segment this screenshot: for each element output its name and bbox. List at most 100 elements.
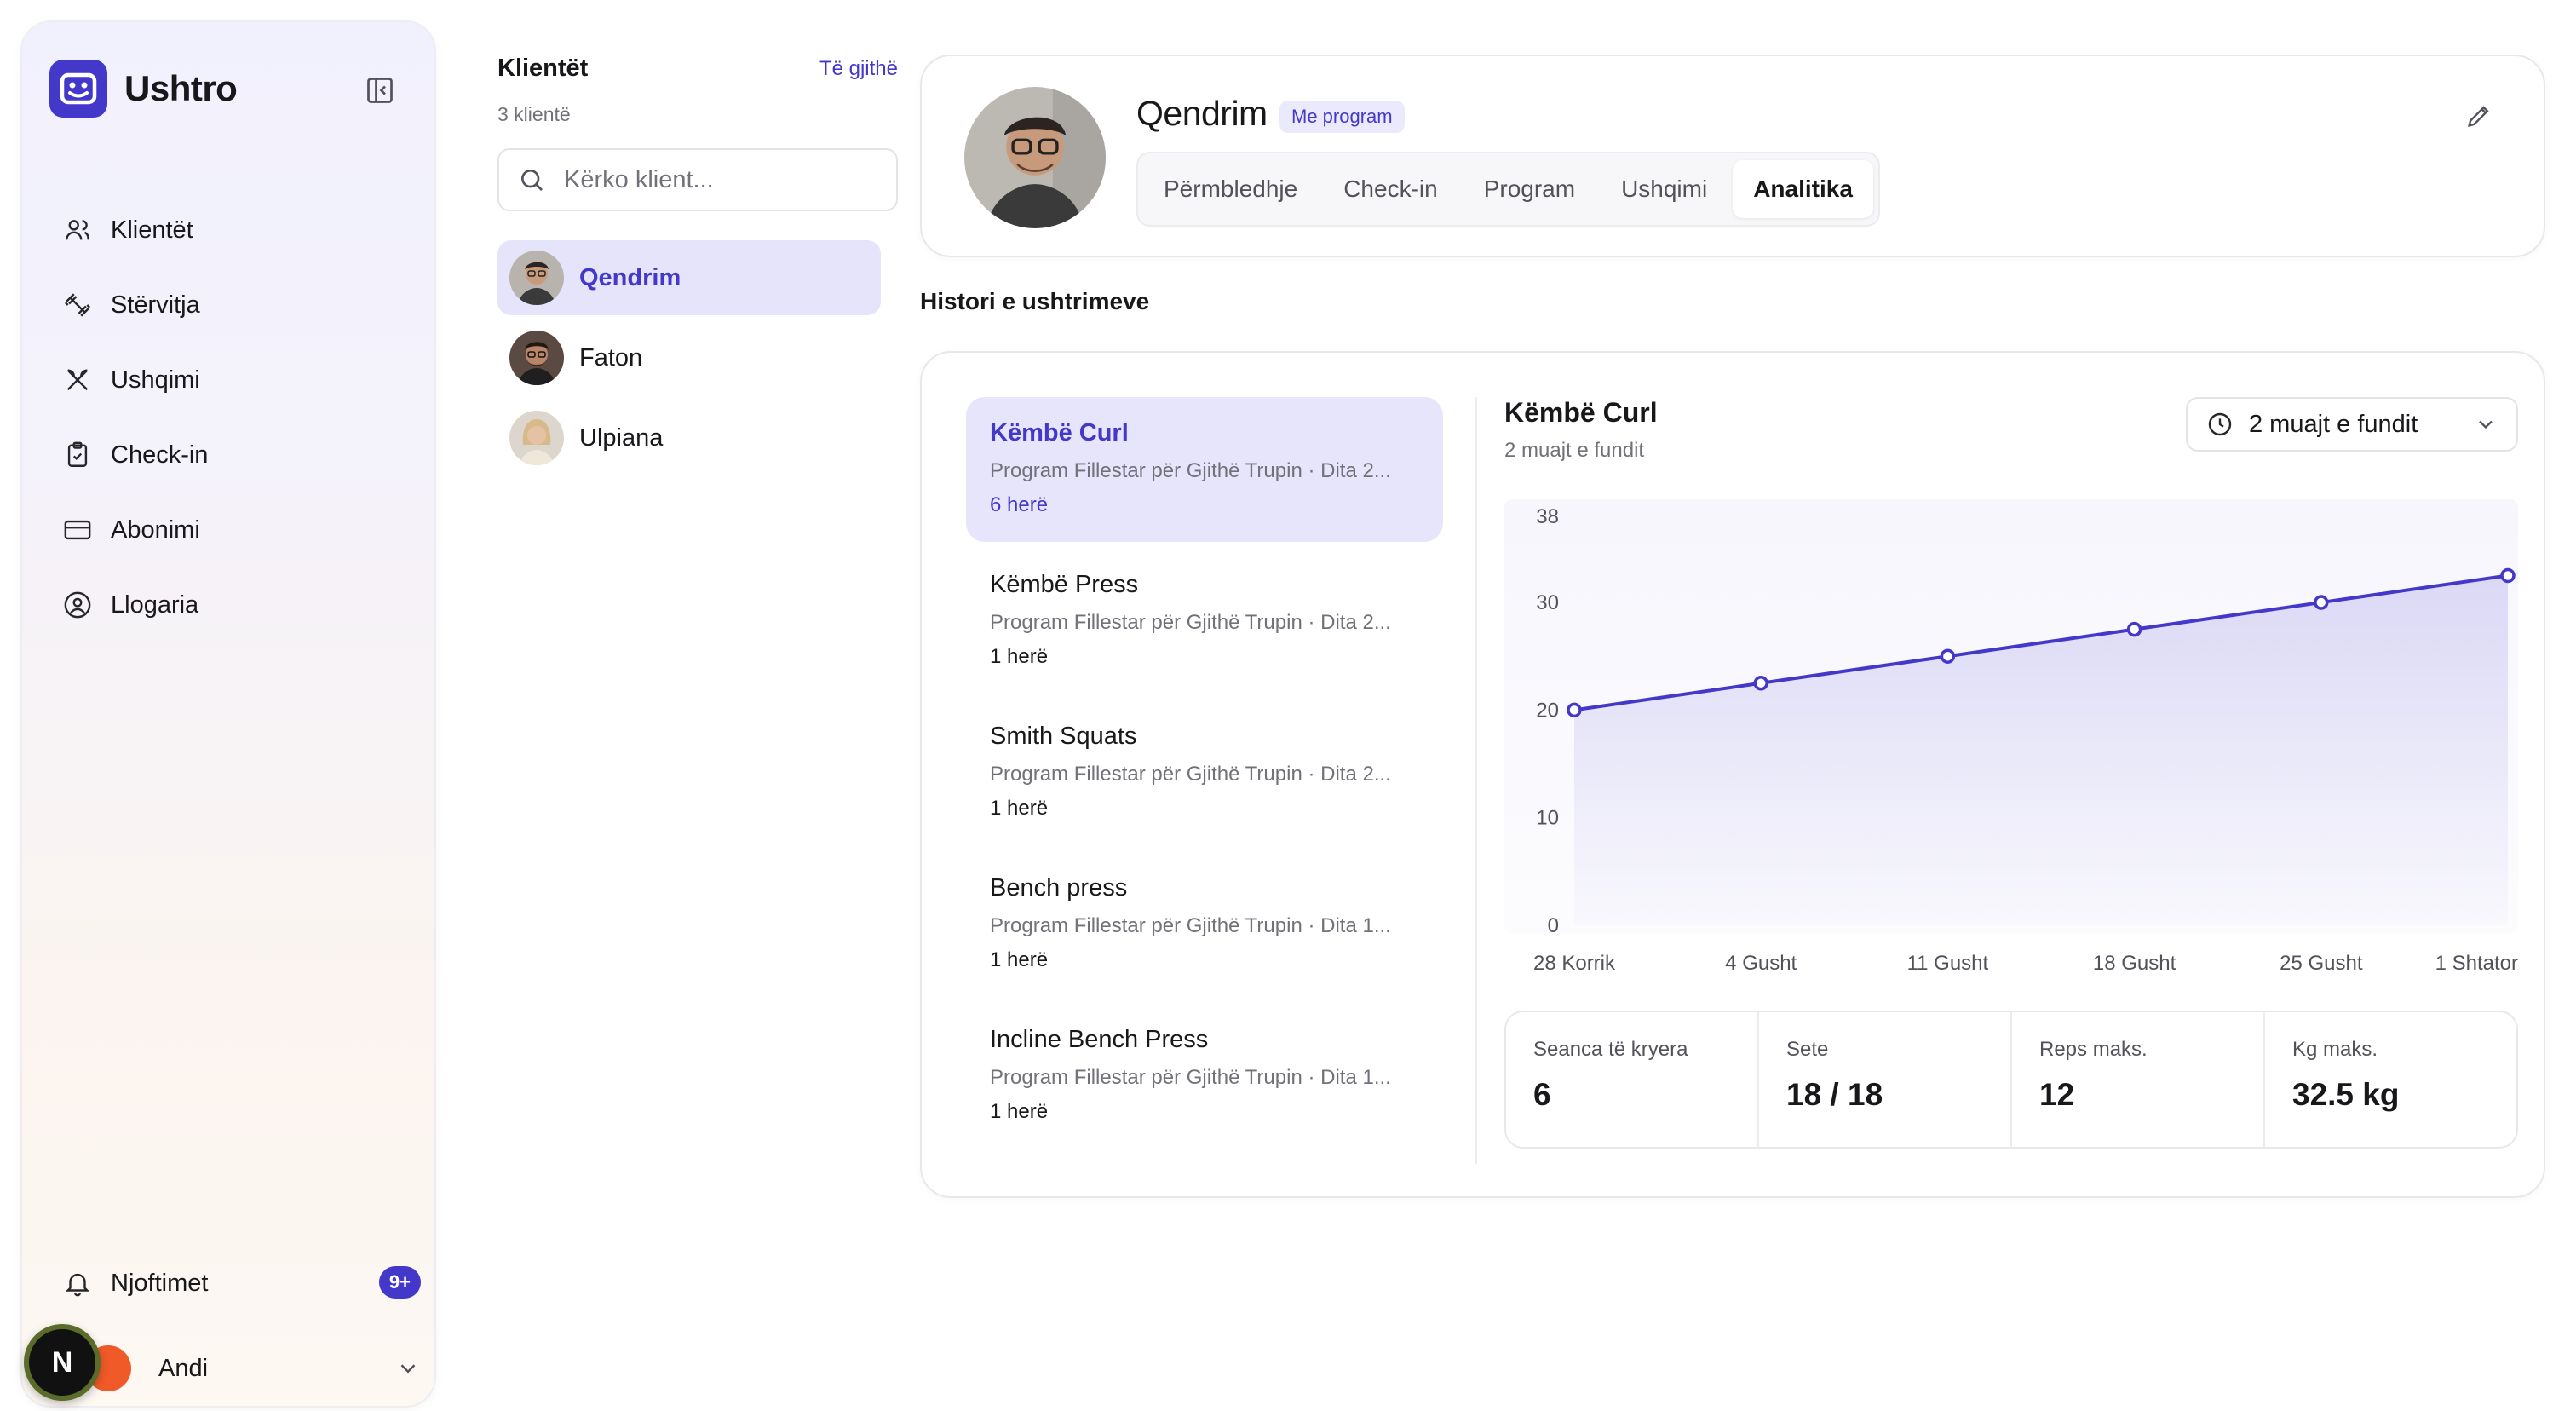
- stat-label: Kg maks.: [2292, 1038, 2378, 1061]
- search-box: [497, 148, 898, 211]
- data-point[interactable]: [1940, 648, 1956, 664]
- client-item-qendrim[interactable]: Qendrim: [497, 240, 881, 315]
- y-tick-label: 38: [1536, 505, 1559, 528]
- sidebar-item-label: Klientët: [111, 216, 193, 244]
- exercise-program: Program Fillestar për Gjithë Trupin · Di…: [990, 914, 1391, 937]
- dumbbell-icon: [64, 293, 91, 317]
- exercise-program: Program Fillestar për Gjithë Trupin · Di…: [990, 459, 1391, 482]
- data-point[interactable]: [2126, 621, 2142, 637]
- user-name: Andi: [158, 1354, 209, 1382]
- clipboard-check-icon: [67, 441, 88, 467]
- stats-row: Seanca të kryera 6 Sete 18 / 18 Reps mak…: [1504, 1011, 2518, 1149]
- progress-chart: 0 10 20 30 38 28 Korrik 4 Gusht 11 Gusht 18 Gus…: [1504, 499, 2518, 975]
- tab-permbledhje[interactable]: Përmbledhje: [1143, 160, 1318, 218]
- divider: [1475, 397, 1477, 1164]
- y-tick-label: 20: [1536, 699, 1559, 722]
- y-tick-label: 10: [1536, 807, 1559, 830]
- users-icon: [66, 220, 89, 240]
- sidebar-item-check-in[interactable]: Check-in: [63, 418, 421, 492]
- client-name: Qendrim: [579, 263, 681, 291]
- app-name: Ushtro: [124, 68, 238, 108]
- tab-ushqimi[interactable]: Ushqimi: [1601, 160, 1728, 218]
- x-tick-label: 4 Gusht: [1725, 952, 1797, 975]
- client-item-ulpiana[interactable]: Ulpiana: [497, 400, 881, 475]
- sidebar-item-ushqimi[interactable]: Ushqimi: [63, 343, 421, 418]
- exercise-program: Program Fillestar për Gjithë Trupin · Di…: [990, 1066, 1391, 1089]
- client-profile-name: Qendrim: [1136, 94, 1268, 133]
- avatar: [509, 251, 564, 305]
- exercise-count: 1 herë: [990, 1100, 1049, 1123]
- range-select-value: 2 muajt e fundit: [2249, 410, 2418, 438]
- data-point[interactable]: [1567, 702, 1582, 718]
- pencil-icon: [2468, 106, 2489, 127]
- y-tick-label: 30: [1536, 591, 1559, 614]
- data-point[interactable]: [1753, 676, 1768, 691]
- notifications-label: Njoftimet: [111, 1269, 209, 1297]
- exercise-count: 6 herë: [990, 493, 1049, 516]
- tab-analitika[interactable]: Analitika: [1733, 160, 1873, 218]
- sidebar-item-label: Stërvitja: [111, 291, 200, 319]
- stat-value: 12: [2039, 1077, 2075, 1112]
- exercise-item[interactable]: Incline Bench Press Program Fillestar pë…: [966, 1004, 1443, 1149]
- x-tick-label: 11 Gusht: [1907, 952, 1989, 975]
- exercise-name: Këmbë Curl: [990, 419, 1129, 446]
- avatar: [509, 331, 564, 385]
- sidebar-item-label: Abonimi: [111, 515, 200, 544]
- sidebar-nav: Klientët Stërvitja Ushqimi Check-in Abon…: [63, 193, 421, 642]
- app-logo-icon: [49, 60, 107, 118]
- stat-label: Sete: [1786, 1038, 1829, 1061]
- tab-check-in[interactable]: Check-in: [1323, 160, 1458, 218]
- clock-icon: [2208, 412, 2232, 436]
- client-list: Qendrim Faton Ulpiana: [497, 240, 898, 475]
- see-all-link[interactable]: Të gjithë: [819, 57, 898, 81]
- sidebar: Ushtro Klientët Stërvitja Ushqimi Check-…: [20, 20, 436, 1408]
- client-item-faton[interactable]: Faton: [497, 320, 881, 395]
- dev-tools-label: N: [51, 1345, 73, 1379]
- y-tick-label: 0: [1548, 914, 1559, 937]
- client-name: Faton: [579, 343, 643, 371]
- search-input[interactable]: [564, 165, 871, 194]
- stat-value: 6: [1533, 1077, 1551, 1112]
- notifications-button[interactable]: Njoftimet 9+: [63, 1249, 421, 1317]
- avatar: [964, 87, 1106, 228]
- sidebar-item-klientet[interactable]: Klientët: [63, 193, 421, 268]
- stat-sets: Sete 18 / 18: [1759, 1012, 2012, 1147]
- credit-card-icon: [64, 520, 91, 540]
- range-select[interactable]: 2 muajt e fundit: [2186, 397, 2518, 452]
- exercise-item[interactable]: Bench press Program Fillestar për Gjithë…: [966, 852, 1443, 997]
- data-point[interactable]: [2314, 595, 2329, 610]
- sidebar-item-llogaria[interactable]: Llogaria: [63, 567, 421, 642]
- sidebar-item-label: Llogaria: [111, 590, 199, 619]
- tab-program[interactable]: Program: [1463, 160, 1596, 218]
- dev-tools-badge[interactable]: N: [24, 1324, 101, 1401]
- data-point[interactable]: [2500, 567, 2516, 584]
- exercise-item[interactable]: Këmbë Press Program Fillestar për Gjithë…: [966, 549, 1443, 694]
- client-name: Ulpiana: [579, 423, 664, 452]
- x-tick-label: 28 Korrik: [1533, 952, 1616, 975]
- sidebar-item-abonimi[interactable]: Abonimi: [63, 492, 421, 567]
- edit-button[interactable]: [2462, 99, 2496, 133]
- sidebar-item-stervitja[interactable]: Stërvitja: [63, 268, 421, 343]
- exercise-name: Këmbë Press: [990, 571, 1139, 598]
- user-menu[interactable]: Andi: [63, 1334, 421, 1402]
- stat-value: 18 / 18: [1786, 1077, 1883, 1112]
- exercise-list: Këmbë Curl Program Fillestar për Gjithë …: [966, 397, 1443, 1155]
- clients-count: 3 klientë: [497, 103, 571, 125]
- brand[interactable]: Ushtro: [49, 60, 238, 118]
- sidebar-item-label: Check-in: [111, 441, 209, 469]
- stat-max-kg: Kg maks. 32.5 kg: [2265, 1012, 2516, 1147]
- exercise-item[interactable]: Këmbë Curl Program Fillestar për Gjithë …: [966, 397, 1443, 542]
- stat-value: 32.5 kg: [2292, 1077, 2400, 1112]
- notifications-count-badge: 9+: [378, 1266, 421, 1299]
- stat-sessions: Seanca të kryera 6: [1506, 1012, 1759, 1147]
- exercise-history-card: Këmbë Curl Program Fillestar për Gjithë …: [920, 351, 2545, 1198]
- collapse-sidebar-icon[interactable]: [363, 73, 397, 107]
- exercise-name: Smith Squats: [990, 723, 1137, 750]
- profile-tabs: Përmbledhje Check-in Program Ushqimi Ana…: [1136, 152, 1880, 227]
- clients-title: Klientët: [497, 55, 589, 82]
- user-circle-icon: [64, 591, 91, 619]
- exercise-item[interactable]: Smith Squats Program Fillestar për Gjith…: [966, 700, 1443, 845]
- exercise-program: Program Fillestar për Gjithë Trupin · Di…: [990, 611, 1391, 634]
- chevron-down-icon: [2479, 420, 2493, 429]
- avatar: [509, 411, 564, 465]
